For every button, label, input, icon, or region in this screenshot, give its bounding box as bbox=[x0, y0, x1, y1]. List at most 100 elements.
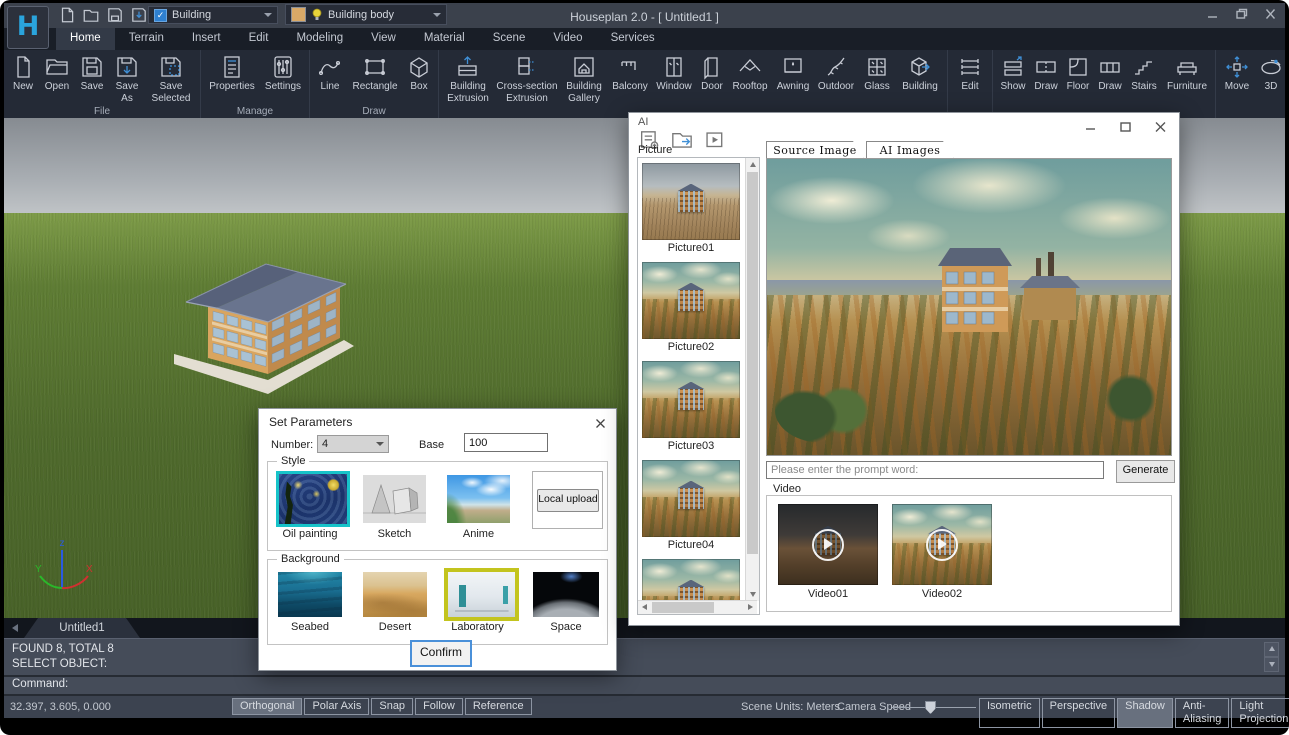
background-option-space[interactable] bbox=[533, 572, 599, 617]
open-button[interactable]: Open bbox=[39, 53, 75, 94]
video02-thumbnail[interactable] bbox=[892, 504, 992, 585]
draw-wall-button[interactable]: Draw bbox=[1030, 53, 1062, 94]
save-selected-button[interactable]: Save Selected bbox=[145, 53, 197, 105]
style-option-sketch[interactable] bbox=[363, 475, 426, 523]
tab-scroll-left-icon[interactable] bbox=[12, 624, 18, 632]
tab-edit[interactable]: Edit bbox=[235, 28, 283, 50]
window-button[interactable]: Window bbox=[652, 53, 696, 94]
background-option-laboratory[interactable] bbox=[444, 568, 519, 621]
rooftop-button[interactable]: Rooftop bbox=[728, 53, 772, 94]
building-body-dropdown[interactable]: Building body bbox=[285, 4, 447, 25]
picture-list[interactable]: Picture01 Picture02 Picture03 Picture04 bbox=[637, 157, 760, 615]
tab-insert[interactable]: Insert bbox=[178, 28, 235, 50]
picture-list-horizontal-scrollbar[interactable] bbox=[638, 600, 757, 614]
tab-services[interactable]: Services bbox=[597, 28, 669, 50]
toggle-light-projection[interactable]: Light Projection bbox=[1231, 698, 1289, 728]
awning-button[interactable]: Awning bbox=[772, 53, 814, 94]
play-icon[interactable] bbox=[704, 130, 726, 148]
show-button[interactable]: Show bbox=[996, 53, 1030, 94]
building-extrusion-button[interactable]: Building Extrusion bbox=[442, 53, 494, 105]
save-icon[interactable] bbox=[106, 6, 124, 23]
play-icon[interactable] bbox=[926, 529, 958, 561]
box-button[interactable]: Box bbox=[403, 53, 435, 94]
building-filter-dropdown[interactable]: ✓ Building bbox=[148, 6, 278, 24]
restore-icon[interactable] bbox=[1235, 7, 1248, 19]
scroll-up-icon[interactable] bbox=[1264, 642, 1279, 657]
style-option-anime[interactable] bbox=[447, 475, 510, 523]
cross-section-extrusion-button[interactable]: Cross-section Extrusion bbox=[494, 53, 560, 105]
draw-floor-button[interactable]: Draw bbox=[1094, 53, 1126, 94]
toggle-orthogonal[interactable]: Orthogonal bbox=[232, 698, 302, 715]
list-item-picture03[interactable]: Picture03 bbox=[642, 361, 740, 452]
close-icon[interactable] bbox=[1154, 120, 1167, 132]
maximize-icon[interactable] bbox=[1119, 120, 1132, 132]
scrollbar-thumb[interactable] bbox=[747, 172, 758, 554]
confirm-button[interactable]: Confirm bbox=[410, 640, 472, 667]
building-model[interactable] bbox=[168, 246, 358, 396]
close-icon[interactable] bbox=[1264, 7, 1277, 19]
list-item-video01[interactable]: Video01 bbox=[778, 504, 878, 600]
save-as-button[interactable]: Save As bbox=[109, 53, 145, 105]
prompt-input[interactable] bbox=[766, 461, 1104, 479]
style-option-oil-painting[interactable] bbox=[276, 471, 350, 527]
document-tab[interactable]: Untitled1 bbox=[24, 618, 140, 638]
edit-button[interactable]: Edit bbox=[951, 53, 989, 94]
furniture-button[interactable]: Furniture bbox=[1162, 53, 1212, 94]
tab-scene[interactable]: Scene bbox=[479, 28, 540, 50]
picture04-thumbnail[interactable] bbox=[642, 460, 740, 537]
list-item-picture01[interactable]: Picture01 bbox=[642, 163, 740, 254]
tab-terrain[interactable]: Terrain bbox=[115, 28, 178, 50]
toggle-anti-aliasing[interactable]: Anti-Aliasing bbox=[1175, 698, 1230, 728]
open-folder-icon[interactable] bbox=[82, 6, 100, 23]
close-icon[interactable] bbox=[595, 416, 606, 427]
background-option-desert[interactable] bbox=[363, 572, 427, 617]
toggle-snap[interactable]: Snap bbox=[371, 698, 413, 715]
tab-material[interactable]: Material bbox=[410, 28, 479, 50]
scroll-up-icon[interactable] bbox=[746, 158, 759, 171]
building-gallery-button[interactable]: Building Gallery bbox=[560, 53, 608, 105]
picture01-thumbnail[interactable] bbox=[642, 163, 740, 240]
open-folder-icon[interactable] bbox=[671, 130, 693, 148]
scroll-down-icon[interactable] bbox=[1264, 657, 1279, 672]
scroll-right-icon[interactable] bbox=[744, 601, 757, 614]
save-as-icon[interactable] bbox=[130, 6, 148, 23]
scroll-left-icon[interactable] bbox=[638, 601, 651, 614]
play-icon[interactable] bbox=[812, 529, 844, 561]
camera-speed-slider[interactable] bbox=[925, 701, 936, 714]
list-item-picture04[interactable]: Picture04 bbox=[642, 460, 740, 551]
glass-button[interactable]: Glass bbox=[858, 53, 896, 94]
command-input-row[interactable]: Command: bbox=[4, 677, 1285, 694]
toggle-shadow[interactable]: Shadow bbox=[1117, 698, 1173, 728]
local-upload-button[interactable]: Local upload bbox=[537, 489, 599, 512]
base-input[interactable] bbox=[464, 433, 548, 452]
move-button[interactable]: Move bbox=[1219, 53, 1255, 94]
save-button[interactable]: Save bbox=[75, 53, 109, 94]
tab-video[interactable]: Video bbox=[539, 28, 596, 50]
scrollbar-thumb[interactable] bbox=[652, 602, 714, 613]
tab-modeling[interactable]: Modeling bbox=[282, 28, 357, 50]
outdoor-button[interactable]: Outdoor bbox=[814, 53, 858, 94]
new-button[interactable]: New bbox=[7, 53, 39, 94]
door-button[interactable]: Door bbox=[696, 53, 728, 94]
toggle-follow[interactable]: Follow bbox=[415, 698, 463, 715]
toggle-perspective[interactable]: Perspective bbox=[1042, 698, 1115, 728]
tab-view[interactable]: View bbox=[357, 28, 410, 50]
balcony-button[interactable]: Balcony bbox=[608, 53, 652, 94]
number-select[interactable]: 4 bbox=[317, 435, 389, 453]
settings-button[interactable]: Settings bbox=[260, 53, 306, 94]
minimize-icon[interactable] bbox=[1206, 7, 1219, 19]
list-item-video02[interactable]: Video02 bbox=[892, 504, 992, 600]
picture02-thumbnail[interactable] bbox=[642, 262, 740, 339]
tab-source-image[interactable]: Source Image bbox=[766, 141, 864, 159]
checkbox-checked-icon[interactable]: ✓ bbox=[154, 9, 167, 22]
floor-button[interactable]: Floor bbox=[1062, 53, 1094, 94]
stairs-button[interactable]: Stairs bbox=[1126, 53, 1162, 94]
line-button[interactable]: Line bbox=[313, 53, 347, 94]
command-console[interactable]: FOUND 8, TOTAL 8 SELECT OBJECT: bbox=[4, 638, 1285, 675]
toggle-polar-axis[interactable]: Polar Axis bbox=[304, 698, 369, 715]
tab-home[interactable]: Home bbox=[56, 28, 115, 50]
minimize-icon[interactable] bbox=[1084, 120, 1097, 132]
picture03-thumbnail[interactable] bbox=[642, 361, 740, 438]
color-swatch[interactable] bbox=[291, 7, 306, 22]
toggle-reference[interactable]: Reference bbox=[465, 698, 532, 715]
